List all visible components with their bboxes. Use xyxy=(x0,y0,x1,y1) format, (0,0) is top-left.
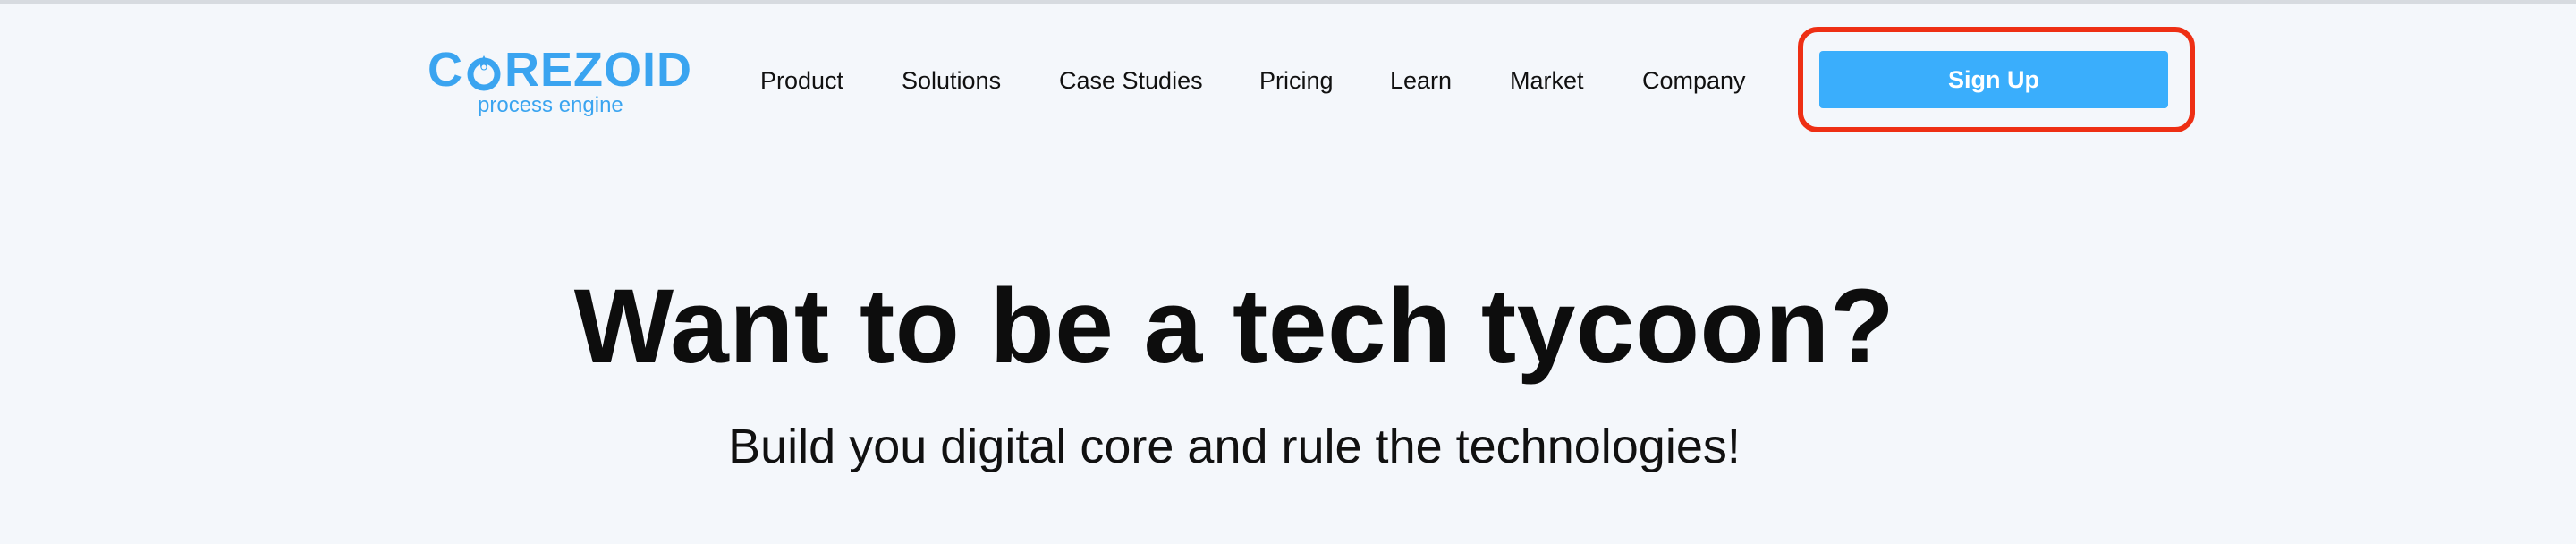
logo-wordmark: C REZOID xyxy=(428,43,693,97)
nav-item-pricing[interactable]: Pricing xyxy=(1259,63,1334,98)
nav-item-learn[interactable]: Learn xyxy=(1390,63,1452,98)
hero-title: Want to be a tech tycoon? xyxy=(573,268,1895,386)
nav-item-product[interactable]: Product xyxy=(760,63,843,98)
signup-button[interactable]: Sign Up xyxy=(1819,51,2168,108)
corezoid-logo[interactable]: C REZOID process engine xyxy=(428,46,691,120)
nav-item-market[interactable]: Market xyxy=(1510,63,1584,98)
hero-subtitle: Build you digital core and rule the tech… xyxy=(728,420,1741,473)
logo-letters-rezoid: REZOID xyxy=(504,43,693,97)
top-border xyxy=(0,0,2576,4)
nav-item-case-studies[interactable]: Case Studies xyxy=(1059,63,1203,98)
logo-tagline: process engine xyxy=(478,93,623,117)
nav-item-company[interactable]: Company xyxy=(1642,63,1746,98)
logo-o-icon xyxy=(465,51,503,91)
logo-letter-c: C xyxy=(428,43,463,97)
nav-item-solutions[interactable]: Solutions xyxy=(902,63,1001,98)
